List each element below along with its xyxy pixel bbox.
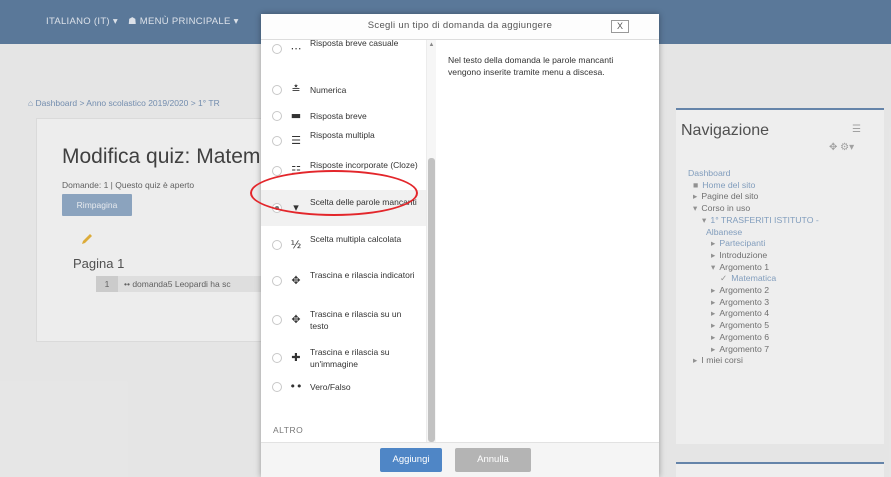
option-radio[interactable] <box>272 85 282 95</box>
drag-image-icon: ✚ <box>291 351 301 364</box>
option-4[interactable]: ☰ Risposta multipla <box>261 129 426 153</box>
option-radio[interactable] <box>272 136 282 146</box>
question-type-description: Nel testo della domanda le parole mancan… <box>448 55 614 77</box>
question-type-list: ALTRO ⋯ Risposta breve casuale ≛ Numerica ▬ R… <box>261 40 427 454</box>
true-false-icon: •• <box>289 380 303 393</box>
question-type-dialog: Scegli un tipo di domanda da aggiungere … <box>261 14 659 477</box>
option-radio[interactable] <box>272 44 282 54</box>
option-label: Trascina e rilascia su un testo <box>310 309 402 331</box>
option-2[interactable]: ≛ Numerica <box>261 78 426 102</box>
option-9[interactable]: ✥ Trascina e rilascia su un testo <box>261 302 426 338</box>
option-label: Numerica <box>310 85 347 95</box>
option-11[interactable]: •• Vero/Falso <box>261 376 426 398</box>
option-3[interactable]: ▬ Risposta breve <box>261 104 426 128</box>
option-radio[interactable] <box>272 315 282 325</box>
highlight-annotation <box>250 170 418 216</box>
option-label: Trascina e rilascia indicatori <box>310 270 415 280</box>
dialog-header: Scegli un tipo di domanda da aggiungere … <box>261 14 659 40</box>
short-answer-icon: ▬ <box>290 109 302 122</box>
option-radio[interactable] <box>272 276 282 286</box>
option-label: Risposta breve <box>310 111 367 121</box>
drag-markers-icon: ✥ <box>291 274 301 287</box>
option-radio[interactable] <box>272 382 282 392</box>
option-label: Scelta multipla calcolata <box>310 234 402 244</box>
option-label: Risposta breve casuale <box>310 40 399 48</box>
option-radio[interactable] <box>272 240 282 250</box>
option-label: Trascina e rilascia su un'immagine <box>310 347 390 369</box>
option-1[interactable]: ⋯ Risposta breve casuale <box>261 40 426 64</box>
cancel-button[interactable]: Annulla <box>455 448 531 472</box>
dialog-title: Scegli un tipo di domanda da aggiungere <box>367 20 553 31</box>
list-scrollbar[interactable]: ▲ ▼ <box>427 40 436 454</box>
option-7[interactable]: ½ Scelta multipla calcolata <box>261 230 426 260</box>
section-other: ALTRO <box>273 425 304 435</box>
scroll-up-icon[interactable]: ▲ <box>427 42 436 50</box>
drag-text-icon: ✥ <box>291 313 301 326</box>
dialog-footer: Aggiungi Annulla <box>261 442 659 477</box>
add-button[interactable]: Aggiungi <box>380 448 442 472</box>
option-radio[interactable] <box>272 353 282 363</box>
calculated-multichoice-icon: ½ <box>290 238 302 251</box>
option-10[interactable]: ✚ Trascina e rilascia su un'immagine <box>261 340 426 376</box>
option-label: Vero/Falso <box>310 382 351 392</box>
scrollbar-thumb[interactable] <box>428 158 435 442</box>
option-radio[interactable] <box>272 111 282 121</box>
option-8[interactable]: ✥ Trascina e rilascia indicatori <box>261 262 426 300</box>
multiple-choice-icon: ☰ <box>291 134 301 147</box>
option-label: Risposta multipla <box>310 130 375 140</box>
close-button[interactable]: X <box>611 20 629 33</box>
numerical-icon: ≛ <box>291 83 301 96</box>
random-short-answer-icon: ⋯ <box>290 42 302 55</box>
